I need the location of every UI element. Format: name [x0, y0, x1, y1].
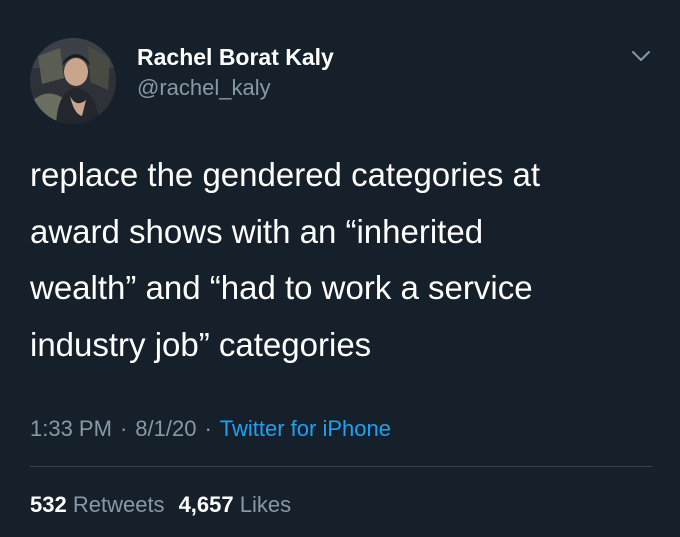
meta-separator: ·	[119, 416, 128, 441]
tweet-card: Rachel Borat Kaly @rachel_kaly replace t…	[0, 0, 680, 537]
tweet-date[interactable]: 8/1/20	[135, 416, 196, 441]
chevron-down-icon	[632, 51, 650, 61]
tweet-text-line: award shows with an “inherited	[30, 212, 484, 250]
avatar[interactable]	[30, 38, 116, 124]
more-options-button[interactable]	[630, 48, 652, 64]
tweet-text-line: replace the gendered categories at	[30, 156, 541, 193]
tweet-text-line: wealth” and “had to work a service	[30, 269, 533, 306]
tweet-stats: 532 Retweets 4,657 Likes	[30, 490, 291, 520]
meta-separator: ·	[204, 416, 212, 441]
retweets-stat[interactable]: 532 Retweets	[30, 492, 165, 517]
tweet-meta: 1:33 PM · 8/1/20 · Twitter for iPhone	[30, 414, 391, 444]
author-block: Rachel Borat Kaly @rachel_kaly	[137, 43, 334, 103]
tweet-text-line: industry job” categories	[30, 325, 372, 363]
likes-count: 4,657	[178, 492, 234, 517]
likes-stat[interactable]: 4,657 Likes	[179, 492, 292, 517]
author-handle[interactable]: @rachel_kaly	[137, 73, 334, 103]
retweets-count: 532	[30, 492, 67, 517]
tweet-text: replace the gendered categories at award…	[30, 147, 660, 373]
retweets-label: Retweets	[72, 492, 165, 517]
divider	[30, 466, 652, 467]
tweet-time[interactable]: 1:33 PM	[30, 416, 112, 441]
author-name[interactable]: Rachel Borat Kaly	[137, 43, 334, 71]
likes-label: Likes	[239, 492, 292, 517]
tweet-source-link[interactable]: Twitter for iPhone	[220, 416, 391, 441]
avatar-photo	[30, 38, 116, 124]
